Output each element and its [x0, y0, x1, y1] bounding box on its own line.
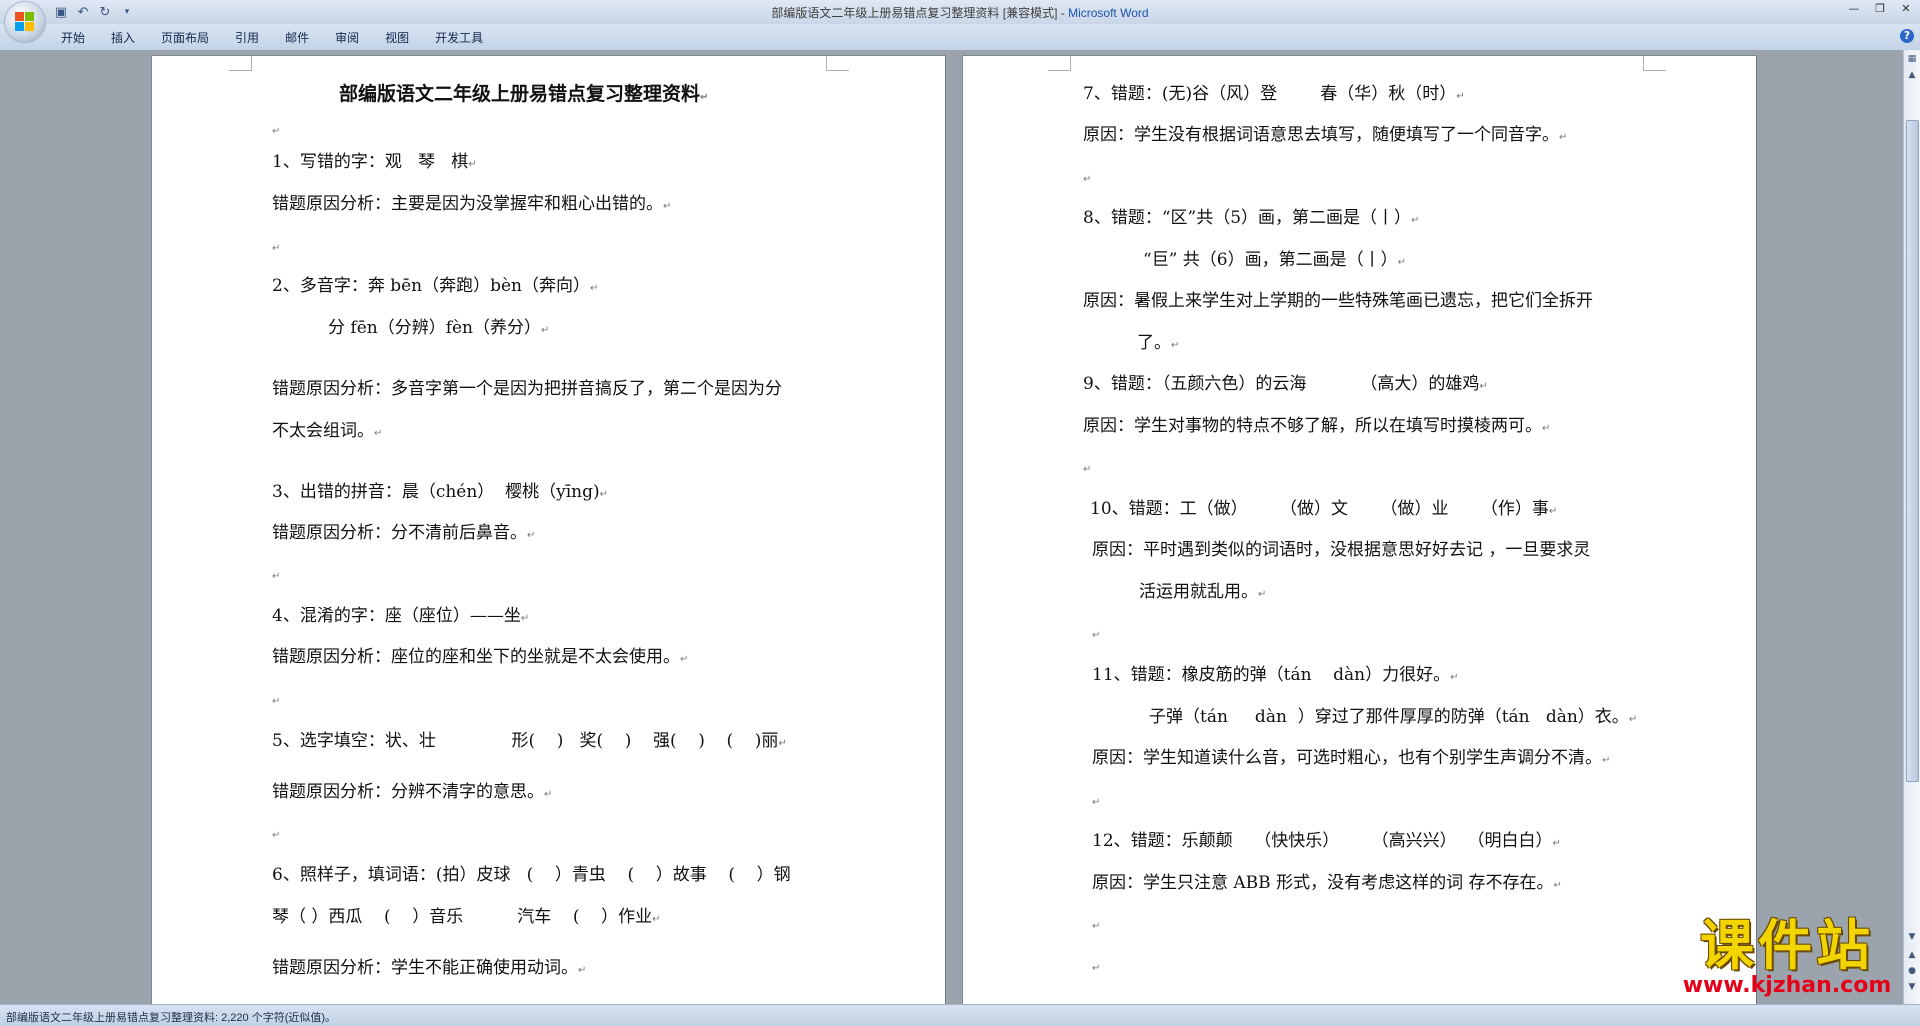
empty-paragraph: ↵: [272, 126, 281, 137]
document-line: 11、错题：橡皮筋的弹（tán dàn）力很好。↵: [1092, 665, 1459, 685]
document-line: 错题原因分析：座位的座和坐下的坐就是不太会使用。↵: [272, 647, 689, 667]
document-line: 活运用就乱用。↵: [1139, 582, 1267, 602]
document-line: 3、出错的拼音：晨（chén） 樱桃（yīng)↵: [272, 482, 608, 502]
document-line: 错题原因分析：学生不能正确使用动词。↵: [272, 958, 587, 978]
watermark-url: www.kjzhan.com: [1682, 973, 1892, 998]
help-icon[interactable]: ?: [1900, 29, 1914, 43]
tab-developer[interactable]: 开发工具: [422, 29, 496, 46]
tab-insert[interactable]: 插入: [98, 29, 148, 46]
document-line: 4、混淆的字：座（座位）——坐↵: [272, 606, 530, 626]
tab-mailings[interactable]: 邮件: [272, 29, 322, 46]
document-line: 2、多音字：奔 bēn（奔跑）bèn（奔向）↵: [272, 276, 599, 296]
restore-icon[interactable]: ❐: [1872, 2, 1888, 16]
document-line: 原因：学生只注意 ABB 形式，没有考虑这样的词 存不存在。↵: [1092, 873, 1562, 893]
document-workspace: 部编版语文二年级上册易错点复习整理资料↵ ↵ 1、写错的字：观 琴 棋↵ 错题原…: [0, 50, 1904, 1004]
empty-paragraph: ↵: [1092, 797, 1101, 808]
empty-paragraph: ↵: [1092, 963, 1101, 974]
document-line: “巨” 共（6）画，第二画是（丨）↵: [1143, 250, 1406, 270]
document-line: 12、错题：乐颠颠 （快快乐） （高兴兴） （明白白）↵: [1092, 831, 1561, 851]
document-line: 错题原因分析：多音字第一个是因为把拼音搞反了，第二个是因为分: [272, 379, 782, 399]
document-line: 8、错题：“区”共（5）画，第二画是（丨）↵: [1083, 208, 1420, 228]
watermark-logo: 课件站: [1700, 914, 1874, 977]
document-title-heading: 部编版语文二年级上册易错点复习整理资料↵: [339, 83, 709, 105]
office-button[interactable]: [5, 2, 45, 42]
title-bar: ▣ ↶ ↻ ▾ 部编版语文二年级上册易错点复习整理资料 [兼容模式] - Mic…: [0, 0, 1920, 42]
empty-paragraph: ↵: [1083, 464, 1092, 475]
close-icon[interactable]: ✕: [1898, 2, 1914, 16]
margin-marker: [1643, 56, 1666, 71]
document-line: 原因：学生知道读什么音，可选时粗心，也有个别学生声调分不清。↵: [1092, 748, 1611, 768]
empty-paragraph: ↵: [272, 830, 281, 841]
document-line: 原因：学生没有根据词语意思去填写，随便填写了一个同音字。↵: [1083, 125, 1568, 145]
window-controls: — ❐ ✕: [1846, 2, 1914, 16]
document-line: 错题原因分析：分辨不清字的意思。↵: [272, 782, 553, 802]
document-line: 原因：暑假上来学生对上学期的一些特殊笔画已遗忘，把它们全拆开: [1083, 291, 1593, 311]
document-page-right[interactable]: 7、错题：(无)谷（风）登 春（华）秋（时）↵ 原因：学生没有根据词语意思去填写…: [963, 56, 1756, 1004]
previous-page-icon[interactable]: ▲: [1905, 948, 1919, 962]
ribbon-tab-bar: 开始 插入 页面布局 引用 邮件 审阅 视图 开发工具 ?: [0, 24, 1920, 51]
margin-marker: [229, 56, 252, 71]
tab-view[interactable]: 视图: [372, 29, 422, 46]
scrollbar-thumb[interactable]: [1906, 120, 1919, 782]
scroll-down-icon[interactable]: ▼: [1905, 930, 1919, 944]
tab-home[interactable]: 开始: [48, 29, 98, 46]
word-count-status[interactable]: 部编版语文二年级上册易错点复习整理资料: 2,220 个字符(近似值)。: [6, 1009, 336, 1025]
minimize-icon[interactable]: —: [1846, 2, 1862, 16]
empty-paragraph: ↵: [1092, 921, 1101, 932]
document-line: 子弹（tán dàn ）穿过了那件厚厚的防弹（tán dàn）衣。↵: [1149, 707, 1638, 727]
document-line: 原因：平时遇到类似的词语时，没根据意思好好去记 ，一旦要求灵: [1092, 540, 1591, 560]
tab-review[interactable]: 审阅: [322, 29, 372, 46]
empty-paragraph: ↵: [272, 696, 281, 707]
document-line: 10、错题：工（做） （做）文 （做）业 （作）事↵: [1090, 499, 1558, 519]
ruler-toggle-icon[interactable]: ▦: [1905, 52, 1919, 66]
document-line: 了。↵: [1137, 333, 1180, 353]
document-line: 原因：学生对事物的特点不够了解，所以在填写时摸棱两可。↵: [1083, 416, 1551, 436]
status-bar: 部编版语文二年级上册易错点复习整理资料: 2,220 个字符(近似值)。: [0, 1004, 1920, 1026]
margin-marker: [826, 56, 849, 71]
document-line: 1、写错的字：观 琴 棋↵: [272, 152, 477, 172]
next-page-icon[interactable]: ▼: [1905, 980, 1919, 994]
document-line: 9、错题：（五颜六色）的云海 （高大）的雄鸡↵: [1083, 374, 1488, 394]
empty-paragraph: ↵: [272, 571, 281, 582]
browse-object-icon[interactable]: ●: [1905, 964, 1919, 978]
document-line: 错题原因分析：主要是因为没掌握牢和粗心出错的。↵: [272, 194, 672, 214]
document-line: 不太会组词。↵: [272, 421, 383, 441]
vertical-scrollbar[interactable]: ▦ ▲ ▼ ▲ ● ▼: [1903, 50, 1920, 1004]
margin-marker: [1048, 56, 1071, 71]
document-line: 7、错题：(无)谷（风）登 春（华）秋（时）↵: [1083, 84, 1465, 104]
tab-page-layout[interactable]: 页面布局: [148, 29, 222, 46]
empty-paragraph: ↵: [1092, 630, 1101, 641]
empty-paragraph: ↵: [272, 243, 281, 254]
document-line: 分 fēn（分辨）fèn（养分）↵: [328, 318, 550, 338]
site-watermark: 课件站 www.kjzhan.com: [1672, 917, 1902, 999]
document-line: 6、照样子，填词语：(拍）皮球 ( ）青虫 ( ）故事 ( ）钢: [272, 865, 791, 885]
scroll-up-icon[interactable]: ▲: [1905, 68, 1919, 82]
empty-paragraph: ↵: [1083, 174, 1092, 185]
app-name: Microsoft Word: [1068, 6, 1149, 20]
document-line: 琴（ ）西瓜 ( ）音乐 汽车 ( ）作业↵: [272, 907, 661, 927]
document-page-left[interactable]: 部编版语文二年级上册易错点复习整理资料↵ ↵ 1、写错的字：观 琴 棋↵ 错题原…: [152, 56, 945, 1004]
window-title: 部编版语文二年级上册易错点复习整理资料 [兼容模式] - Microsoft W…: [0, 4, 1920, 21]
document-title: 部编版语文二年级上册易错点复习整理资料 [兼容模式] -: [771, 6, 1069, 20]
document-line: 错题原因分析：分不清前后鼻音。↵: [272, 523, 536, 543]
tab-references[interactable]: 引用: [222, 29, 272, 46]
office-logo-icon: [15, 12, 35, 32]
document-line: 5、选字填空：状、壮 形( ) 奖( ) 强( ) ( )丽↵: [272, 731, 787, 751]
